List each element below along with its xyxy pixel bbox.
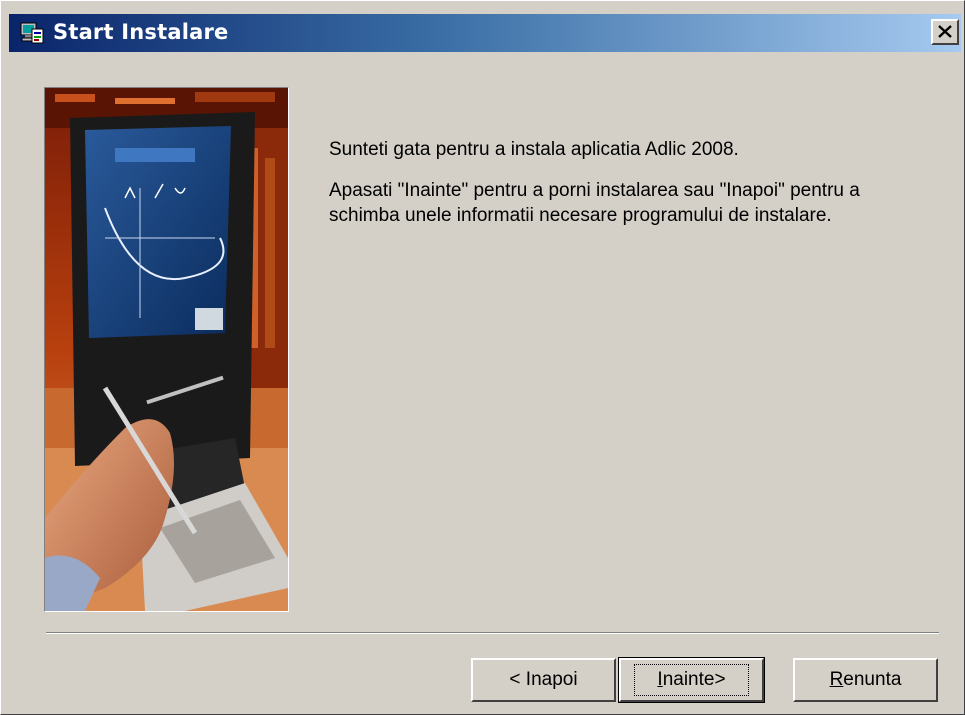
message-area: Sunteti gata pentru a instala aplicatia … (329, 137, 929, 244)
next-button-label: nainte> (662, 669, 726, 690)
cancel-button-label: enunta (843, 669, 902, 690)
back-button-label: < Inapoi (509, 669, 578, 690)
back-button[interactable]: < Inapoi (471, 658, 616, 702)
instructions-message: Apasati "Inainte" pentru a porni instala… (329, 180, 860, 226)
window-title: Start Instalare (53, 20, 229, 44)
next-button[interactable]: Inainte> (618, 657, 765, 703)
ready-message: Sunteti gata pentru a instala aplicatia … (329, 139, 739, 160)
installer-computer-icon (19, 20, 45, 46)
cancel-button[interactable]: Renunta (793, 658, 938, 702)
wizard-side-image (44, 87, 289, 612)
installer-dialog: Start Instalare Sunteti gata pentru a in… (0, 0, 965, 715)
close-button[interactable] (931, 19, 959, 45)
cancel-accesskey: R (829, 669, 844, 690)
next-button-focus: Inainte> (634, 664, 749, 696)
separator-line (46, 632, 939, 634)
title-bar[interactable]: Start Instalare (9, 14, 961, 52)
